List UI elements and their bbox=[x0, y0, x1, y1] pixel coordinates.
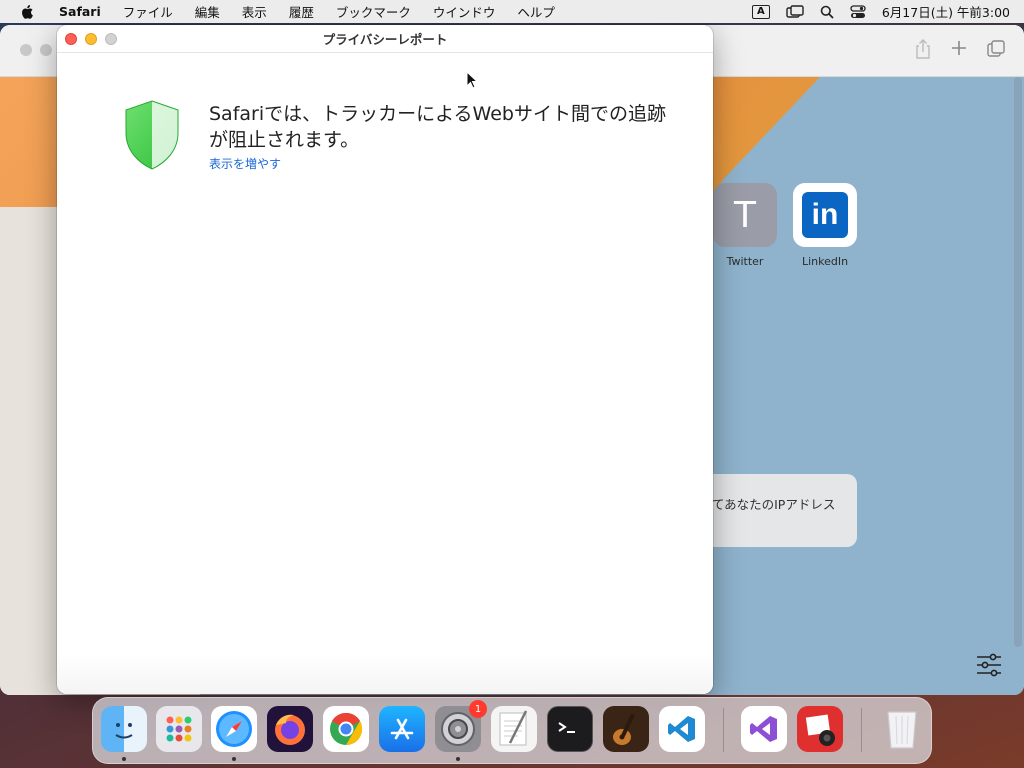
safari-close-button[interactable] bbox=[20, 44, 32, 56]
terminal-icon[interactable] bbox=[547, 706, 593, 752]
privacy-card-text: てあなたのIPアドレス bbox=[712, 497, 836, 512]
share-icon[interactable] bbox=[914, 39, 932, 59]
safari-icon[interactable] bbox=[211, 706, 257, 752]
launchpad-icon[interactable] bbox=[156, 706, 202, 752]
menu-bar: Safari ファイル 編集 表示 履歴 ブックマーク ウインドウ ヘルプ A … bbox=[0, 0, 1024, 23]
dock: 1 bbox=[92, 697, 932, 764]
privacy-report-titlebar: プライバシーレポート bbox=[57, 25, 713, 53]
twitter-tile: T bbox=[713, 183, 777, 247]
privacy-headline: Safariでは、トラッカーによるWebサイト間での追跡が阻止されます。 bbox=[209, 103, 666, 151]
mouse-pointer-icon bbox=[466, 71, 478, 89]
menu-view[interactable]: 表示 bbox=[231, 2, 278, 21]
trash-icon[interactable] bbox=[879, 706, 925, 752]
menu-help[interactable]: ヘルプ bbox=[506, 2, 566, 21]
notification-badge: 1 bbox=[469, 700, 487, 718]
start-page-scrollbar[interactable] bbox=[1014, 77, 1022, 647]
report-bottom-edge bbox=[57, 654, 713, 694]
new-tab-icon[interactable] bbox=[950, 39, 968, 57]
window-title: プライバシーレポート bbox=[322, 32, 448, 47]
vscode-icon[interactable] bbox=[659, 706, 705, 752]
firefox-icon[interactable] bbox=[267, 706, 313, 752]
twitter-letter: T bbox=[734, 194, 756, 236]
dock-separator bbox=[723, 708, 724, 752]
running-indicator bbox=[122, 757, 126, 761]
chrome-icon[interactable] bbox=[323, 706, 369, 752]
menu-history[interactable]: 履歴 bbox=[278, 2, 325, 21]
finder-icon[interactable] bbox=[101, 706, 147, 752]
system-preferences-icon[interactable]: 1 bbox=[435, 700, 487, 752]
favorite-label: LinkedIn bbox=[801, 255, 849, 268]
favorite-label: Twitter bbox=[726, 255, 764, 268]
visual-studio-icon[interactable] bbox=[741, 706, 787, 752]
control-center-icon[interactable] bbox=[850, 4, 866, 19]
start-page-settings-icon[interactable] bbox=[976, 653, 1002, 677]
linkedin-tile: in bbox=[793, 183, 857, 247]
safari-minimize-button[interactable] bbox=[40, 44, 52, 56]
menu-bookmarks[interactable]: ブックマーク bbox=[325, 2, 422, 21]
app-store-icon[interactable] bbox=[379, 706, 425, 752]
running-indicator bbox=[456, 757, 460, 761]
tab-overview-icon[interactable] bbox=[986, 39, 1006, 59]
privacy-report-window: プライバシーレポート Safariでは、トラッカーによるWebサイト間での追跡が… bbox=[57, 25, 713, 694]
garageband-icon[interactable] bbox=[603, 706, 649, 752]
safari-traffic-lights bbox=[20, 44, 52, 56]
input-source-indicator[interactable]: A bbox=[751, 4, 770, 19]
photo-booth-icon[interactable] bbox=[797, 706, 843, 752]
dock-separator bbox=[861, 708, 862, 752]
favorite-linkedin[interactable]: in LinkedIn bbox=[793, 183, 857, 268]
zoom-button[interactable] bbox=[105, 33, 117, 45]
menu-edit[interactable]: 編集 bbox=[184, 2, 231, 21]
minimize-button[interactable] bbox=[85, 33, 97, 45]
favorite-twitter[interactable]: T Twitter bbox=[713, 183, 777, 268]
menu-file[interactable]: ファイル bbox=[112, 2, 184, 21]
spotlight-search-icon[interactable] bbox=[820, 5, 834, 19]
menu-app-name[interactable]: Safari bbox=[48, 4, 112, 19]
running-indicator bbox=[232, 757, 236, 761]
screen-mirroring-icon[interactable] bbox=[786, 4, 804, 19]
close-button[interactable] bbox=[65, 33, 77, 45]
linkedin-logo-icon: in bbox=[802, 192, 848, 238]
menu-window[interactable]: ウインドウ bbox=[422, 2, 507, 21]
shield-icon bbox=[125, 100, 179, 170]
textedit-icon[interactable] bbox=[491, 706, 537, 752]
menu-clock[interactable]: 6月17日(土) 午前3:00 bbox=[882, 2, 1010, 21]
show-more-link[interactable]: 表示を増やす bbox=[209, 155, 281, 172]
apple-menu-icon[interactable] bbox=[20, 4, 34, 19]
